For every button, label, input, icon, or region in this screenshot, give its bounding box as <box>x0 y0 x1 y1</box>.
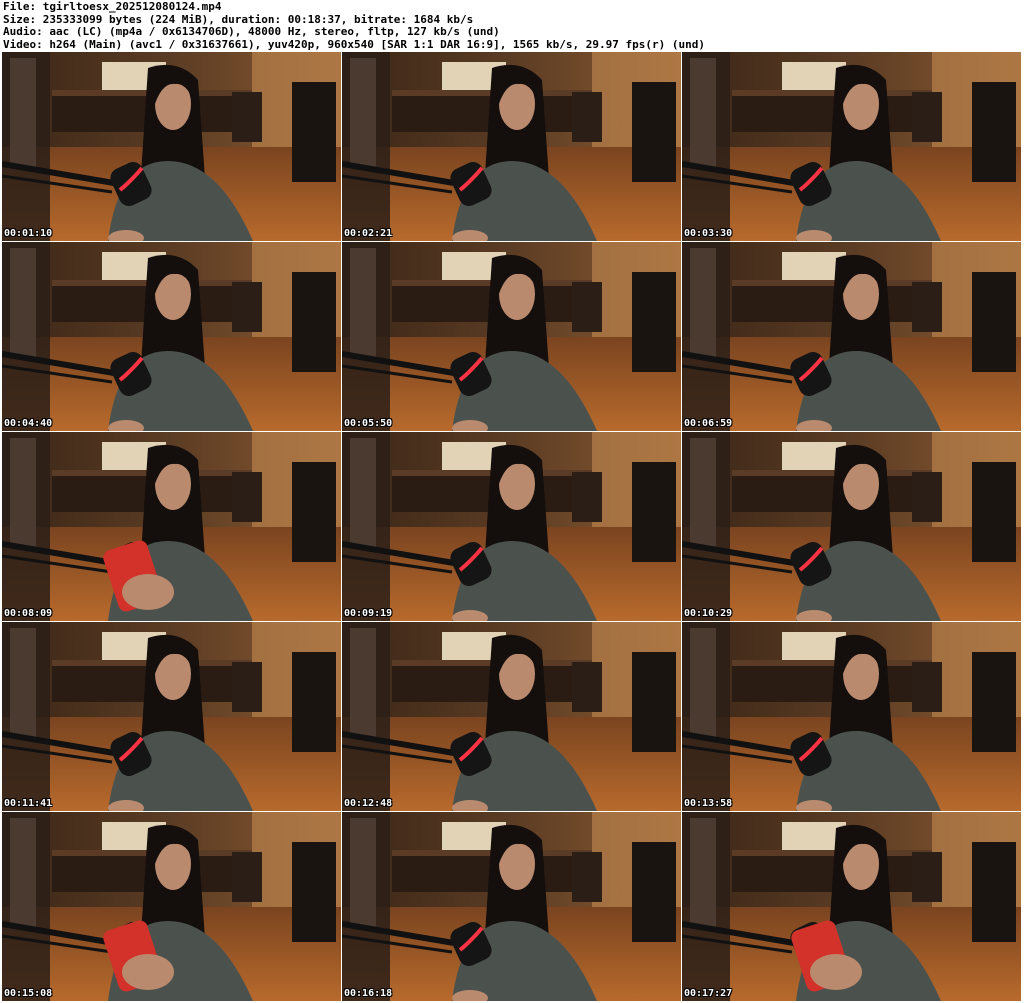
frame-scene <box>682 242 1021 431</box>
video-thumbnail: 00:16:18 <box>342 812 681 1001</box>
thumbnail-timestamp: 00:08:09 <box>4 608 53 619</box>
video-thumbnail: 00:06:59 <box>682 242 1021 431</box>
frame-scene <box>2 812 341 1001</box>
thumbnail-timestamp: 00:01:10 <box>4 228 53 239</box>
thumbnail-grid: 00:01:10 00:02:21 00:03:30 00:04:40 00:0… <box>2 52 1022 1001</box>
frame-scene <box>2 622 341 811</box>
file-size-line: Size: 235333099 bytes (224 MiB), duratio… <box>3 13 474 26</box>
video-thumbnail: 00:09:19 <box>342 432 681 621</box>
video-thumbnail: 00:17:27 <box>682 812 1021 1001</box>
frame-scene <box>2 432 341 621</box>
thumbnail-timestamp: 00:06:59 <box>684 418 733 429</box>
frame-scene <box>682 52 1021 241</box>
file-name-line: File: tgirltoesx_202512080124.mp4 <box>3 1 222 13</box>
frame-scene <box>342 432 681 621</box>
thumbnail-timestamp: 00:10:29 <box>684 608 733 619</box>
thumbnail-timestamp: 00:13:58 <box>684 798 733 809</box>
file-info-header: File: tgirltoesx_202512080124.mp4 Size: … <box>3 1 1021 51</box>
frame-scene <box>682 432 1021 621</box>
video-thumbnail: 00:01:10 <box>2 52 341 241</box>
video-thumbnail: 00:13:58 <box>682 622 1021 811</box>
frame-scene <box>682 622 1021 811</box>
video-thumbnail: 00:11:41 <box>2 622 341 811</box>
frame-scene <box>2 52 341 241</box>
frame-scene <box>342 242 681 431</box>
thumbnail-timestamp: 00:05:50 <box>344 418 393 429</box>
video-thumbnail: 00:02:21 <box>342 52 681 241</box>
thumbnail-timestamp: 00:11:41 <box>4 798 53 809</box>
frame-scene <box>682 812 1021 1001</box>
thumbnail-timestamp: 00:17:27 <box>684 988 733 999</box>
video-thumbnail: 00:10:29 <box>682 432 1021 621</box>
thumbnail-timestamp: 00:02:21 <box>344 228 393 239</box>
video-thumbnail: 00:03:30 <box>682 52 1021 241</box>
video-thumbnail: 00:05:50 <box>342 242 681 431</box>
video-thumbnail: 00:08:09 <box>2 432 341 621</box>
thumbnail-timestamp: 00:16:18 <box>344 988 393 999</box>
video-info-line: Video: h264 (Main) (avc1 / 0x31637661), … <box>3 38 705 51</box>
video-thumbnail: 00:04:40 <box>2 242 341 431</box>
thumbnail-timestamp: 00:09:19 <box>344 608 393 619</box>
frame-scene <box>2 242 341 431</box>
audio-info-line: Audio: aac (LC) (mp4a / 0x6134706D), 480… <box>3 26 500 38</box>
frame-scene <box>342 812 681 1001</box>
video-thumbnail: 00:15:08 <box>2 812 341 1001</box>
thumbnail-timestamp: 00:15:08 <box>4 988 53 999</box>
thumbnail-timestamp: 00:04:40 <box>4 418 53 429</box>
thumbnail-timestamp: 00:12:48 <box>344 798 393 809</box>
frame-scene <box>342 52 681 241</box>
thumbnail-timestamp: 00:03:30 <box>684 228 733 239</box>
video-thumbnail: 00:12:48 <box>342 622 681 811</box>
frame-scene <box>342 622 681 811</box>
